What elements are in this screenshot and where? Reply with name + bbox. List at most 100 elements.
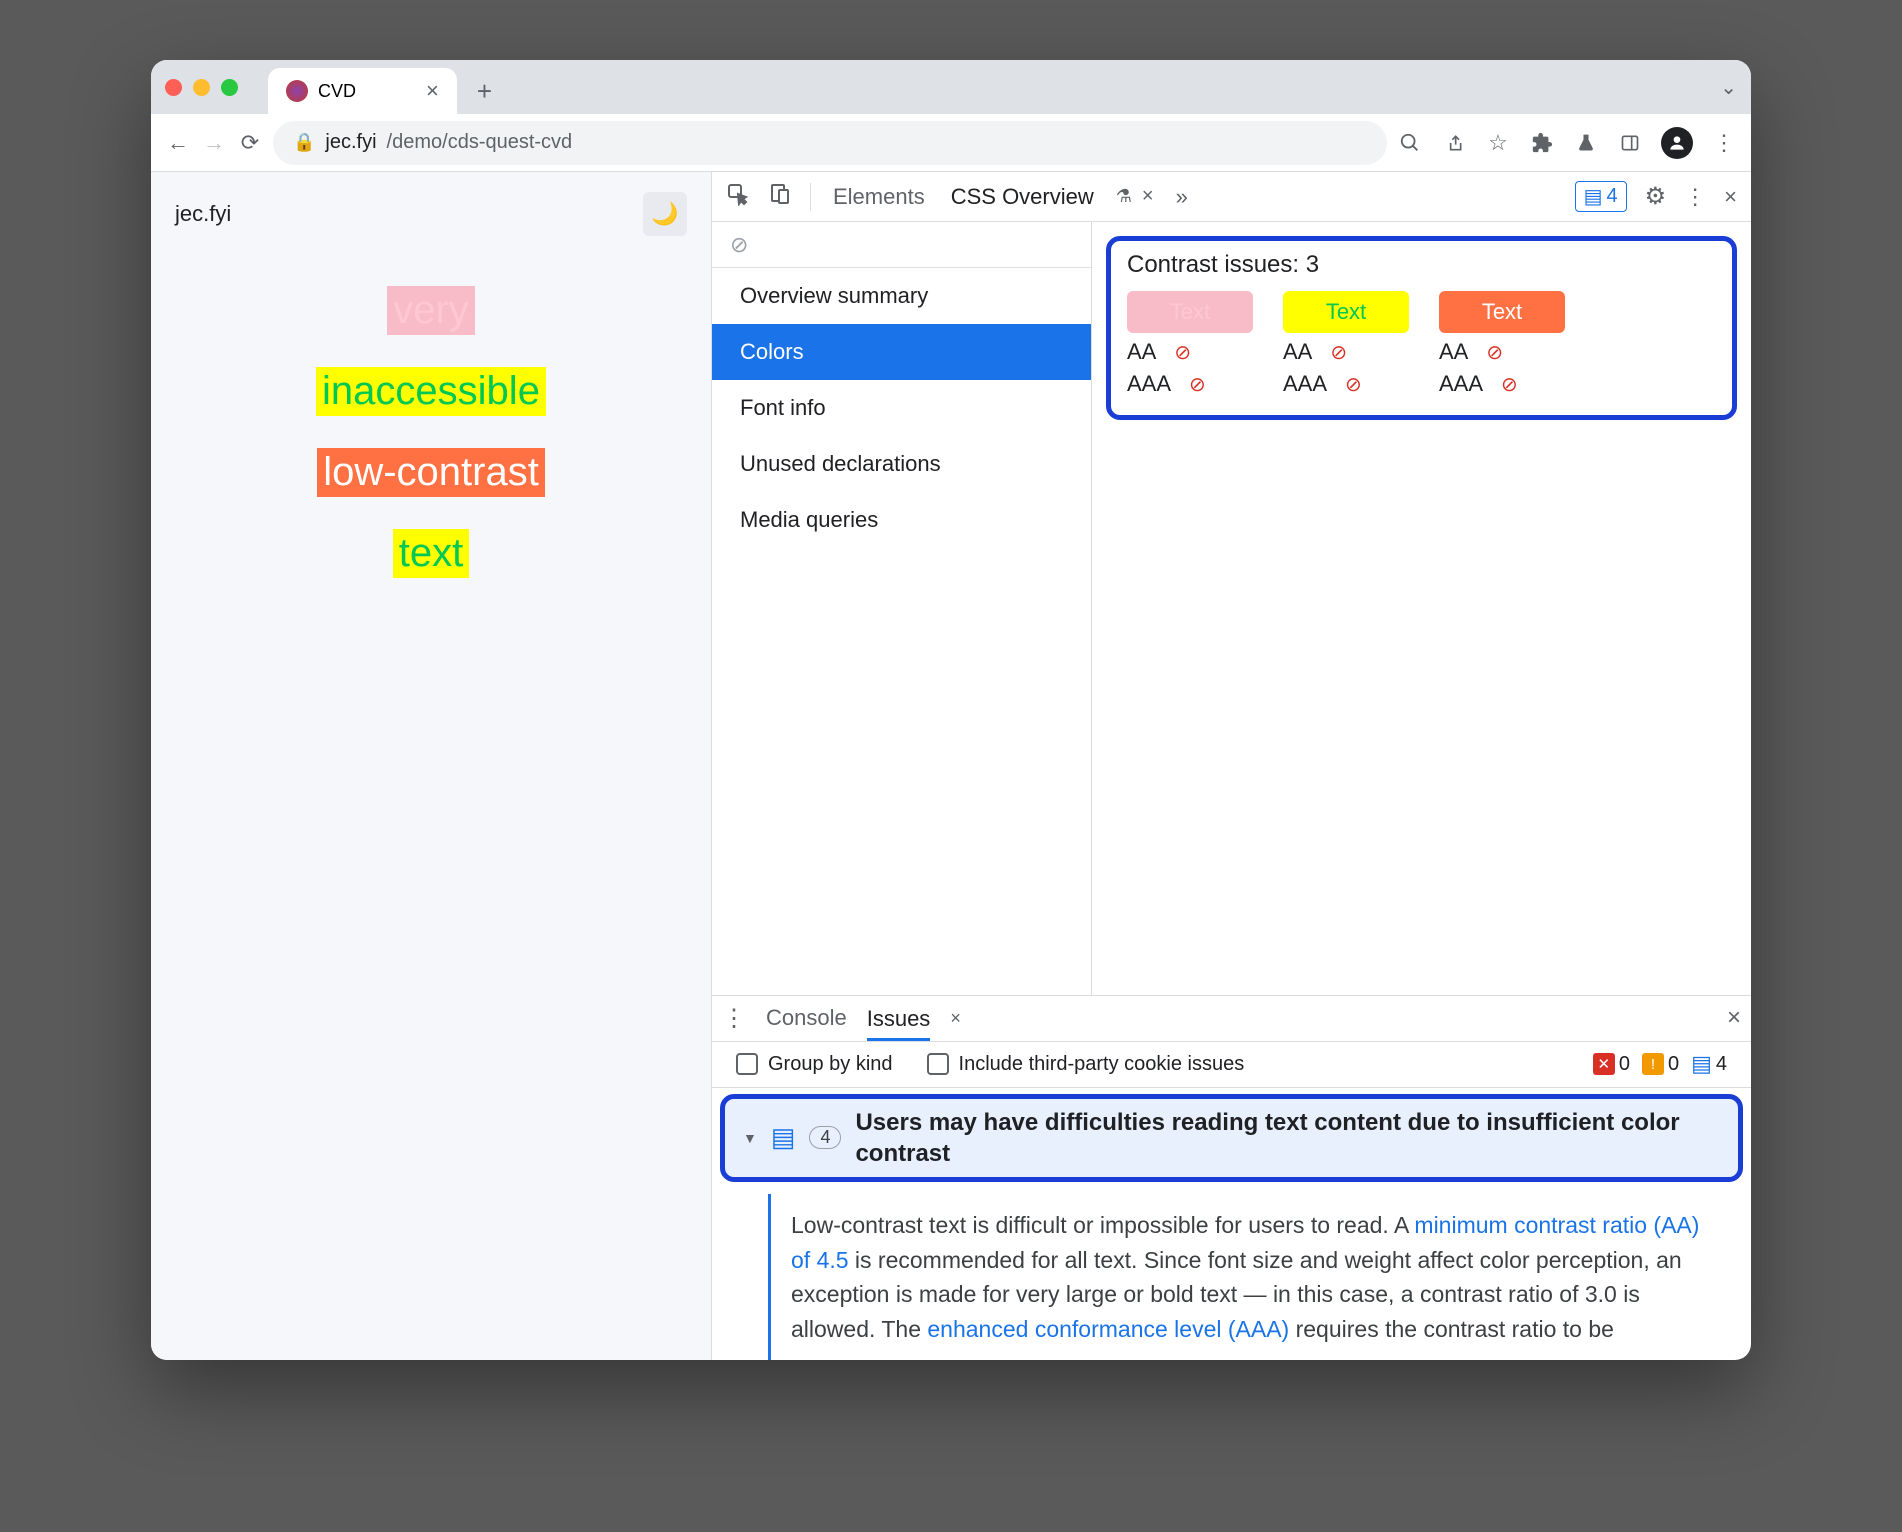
issue-body: Low-contrast text is difficult or imposs… xyxy=(768,1194,1731,1360)
sidepanel-icon[interactable] xyxy=(1617,130,1643,156)
bookmark-icon[interactable]: ☆ xyxy=(1485,130,1511,156)
share-icon[interactable] xyxy=(1441,130,1467,156)
contrast-swatch-yellow: Text xyxy=(1283,291,1409,333)
page-site-title: jec.fyi xyxy=(175,201,231,227)
filter-info[interactable]: ▤4 xyxy=(1691,1051,1727,1077)
maximize-icon[interactable] xyxy=(221,79,238,96)
contrast-issues-box: Contrast issues: 3 Text AA⊘ AAA⊘ Text AA… xyxy=(1106,236,1737,420)
devtools-toolbar: Elements CSS Overview ⚗ × » ▤ 4 ⚙ ⋮ × xyxy=(712,172,1751,222)
tab-css-overview[interactable]: CSS Overview xyxy=(947,184,1098,210)
issue-title: Users may have difficulties reading text… xyxy=(855,1107,1720,1169)
drawer-close-icon[interactable]: × xyxy=(1727,1004,1741,1032)
nav-unused-declarations[interactable]: Unused declarations xyxy=(712,436,1091,492)
fail-icon: ⊘ xyxy=(1330,340,1347,365)
info-icon: ▤ xyxy=(1691,1051,1712,1077)
devtools-menu-icon[interactable]: ⋮ xyxy=(1684,184,1706,210)
label-group-by-kind: Group by kind xyxy=(768,1053,893,1076)
fail-icon: ⊘ xyxy=(1486,340,1503,365)
labs-icon[interactable] xyxy=(1573,130,1599,156)
browser-window: CVD × + ⌄ ← → ⟳ 🔒 jec.fyi/demo/cds-quest… xyxy=(151,60,1751,1360)
css-overview-content: Contrast issues: 3 Text AA⊘ AAA⊘ Text AA… xyxy=(1092,222,1751,995)
issue-header[interactable]: ▼ ▤ 4 Users may have difficulties readin… xyxy=(720,1094,1743,1182)
omnibox[interactable]: 🔒 jec.fyi/demo/cds-quest-cvd xyxy=(273,121,1387,165)
devtools-panel: Elements CSS Overview ⚗ × » ▤ 4 ⚙ ⋮ × ⊘ … xyxy=(711,172,1751,1360)
tab-title: CVD xyxy=(318,81,356,102)
tab-issues[interactable]: Issues xyxy=(867,1006,931,1041)
profile-icon[interactable] xyxy=(1661,127,1693,159)
favicon-icon xyxy=(286,80,308,102)
demo-word-3: low-contrast xyxy=(317,448,545,497)
issues-badge[interactable]: ▤ 4 xyxy=(1575,181,1627,212)
minimize-icon[interactable] xyxy=(193,79,210,96)
tab-close-icon[interactable]: × xyxy=(426,78,439,104)
filter-errors[interactable]: ✕0 xyxy=(1593,1053,1630,1076)
settings-icon[interactable]: ⚙ xyxy=(1645,182,1667,211)
reload-icon[interactable]: ⟳ xyxy=(237,130,263,156)
device-toolbar-icon[interactable] xyxy=(768,182,792,212)
fail-icon: ⊘ xyxy=(1501,372,1518,397)
browser-actions: ☆ ⋮ xyxy=(1397,127,1737,159)
label-third-party: Include third-party cookie issues xyxy=(959,1053,1245,1076)
fail-icon: ⊘ xyxy=(1174,340,1191,365)
close-icon[interactable] xyxy=(165,79,182,96)
nav-overview-summary[interactable]: Overview summary xyxy=(712,268,1091,324)
contrast-issues-title: Contrast issues: 3 xyxy=(1127,251,1716,279)
page-viewport: jec.fyi 🌙 very inaccessible low-contrast… xyxy=(151,172,711,1360)
clear-overview-icon[interactable]: ⊘ xyxy=(712,222,1091,268)
contrast-item-1[interactable]: Text AA⊘ AAA⊘ xyxy=(1127,291,1253,397)
browser-menu-icon[interactable]: ⋮ xyxy=(1711,130,1737,156)
tabs-dropdown-icon[interactable]: ⌄ xyxy=(1720,75,1737,100)
demo-word-1: very xyxy=(387,286,475,335)
new-tab-icon[interactable]: + xyxy=(477,76,492,107)
nav-media-queries[interactable]: Media queries xyxy=(712,492,1091,548)
browser-tab[interactable]: CVD × xyxy=(268,68,457,114)
tab-elements[interactable]: Elements xyxy=(829,184,929,210)
contrast-swatch-pink: Text xyxy=(1127,291,1253,333)
fail-icon: ⊘ xyxy=(1189,372,1206,397)
drawer-tabs: ⋮ Console Issues × × xyxy=(712,996,1751,1042)
back-icon[interactable]: ← xyxy=(165,130,191,156)
experiment-icon: ⚗ xyxy=(1116,186,1132,207)
contrast-swatch-orange: Text xyxy=(1439,291,1565,333)
demo-word-2: inaccessible xyxy=(316,367,546,416)
fail-icon: ⊘ xyxy=(1345,372,1362,397)
css-overview-nav: ⊘ Overview summary Colors Font info Unus… xyxy=(712,222,1092,995)
drawer-menu-icon[interactable]: ⋮ xyxy=(722,1004,746,1033)
titlebar: CVD × + ⌄ xyxy=(151,60,1751,114)
expand-icon[interactable]: ▼ xyxy=(743,1130,757,1146)
demo-text-block: very inaccessible low-contrast text xyxy=(175,286,687,578)
issue-count-badge: 4 xyxy=(809,1126,841,1149)
lock-icon: 🔒 xyxy=(293,132,315,153)
content-area: jec.fyi 🌙 very inaccessible low-contrast… xyxy=(151,172,1751,1360)
demo-word-4: text xyxy=(393,529,469,578)
checkbox-third-party[interactable] xyxy=(927,1053,949,1075)
tab-console[interactable]: Console xyxy=(766,1005,847,1031)
link-enhanced-conformance[interactable]: enhanced conformance level (AAA) xyxy=(927,1316,1289,1342)
css-overview-body: ⊘ Overview summary Colors Font info Unus… xyxy=(712,222,1751,995)
issues-filter-bar: Group by kind Include third-party cookie… xyxy=(712,1042,1751,1088)
more-tabs-icon[interactable]: » xyxy=(1172,184,1192,210)
issues-count: 4 xyxy=(1607,185,1618,208)
url-host: jec.fyi xyxy=(325,131,376,154)
issue-category-icon: ▤ xyxy=(771,1122,796,1153)
zoom-icon[interactable] xyxy=(1397,130,1423,156)
warning-icon: ! xyxy=(1642,1053,1664,1075)
checkbox-group-by-kind[interactable] xyxy=(736,1053,758,1075)
tab-close-icon[interactable]: × xyxy=(1142,185,1154,208)
inspect-icon[interactable] xyxy=(726,182,750,212)
tab-issues-close-icon[interactable]: × xyxy=(950,1008,961,1029)
extension-icon[interactable] xyxy=(1529,130,1555,156)
contrast-item-3[interactable]: Text AA⊘ AAA⊘ xyxy=(1439,291,1565,397)
address-bar: ← → ⟳ 🔒 jec.fyi/demo/cds-quest-cvd ☆ ⋮ xyxy=(151,114,1751,172)
forward-icon[interactable]: → xyxy=(201,130,227,156)
devtools-close-icon[interactable]: × xyxy=(1724,184,1737,210)
chat-icon: ▤ xyxy=(1584,184,1603,209)
devtools-drawer: ⋮ Console Issues × × Group by kind Inclu… xyxy=(712,995,1751,1360)
traffic-lights xyxy=(165,79,238,96)
nav-font-info[interactable]: Font info xyxy=(712,380,1091,436)
nav-colors[interactable]: Colors xyxy=(712,324,1091,380)
dark-mode-toggle[interactable]: 🌙 xyxy=(643,192,687,236)
contrast-item-2[interactable]: Text AA⊘ AAA⊘ xyxy=(1283,291,1409,397)
filter-warnings[interactable]: !0 xyxy=(1642,1053,1679,1076)
url-path: /demo/cds-quest-cvd xyxy=(387,131,573,154)
